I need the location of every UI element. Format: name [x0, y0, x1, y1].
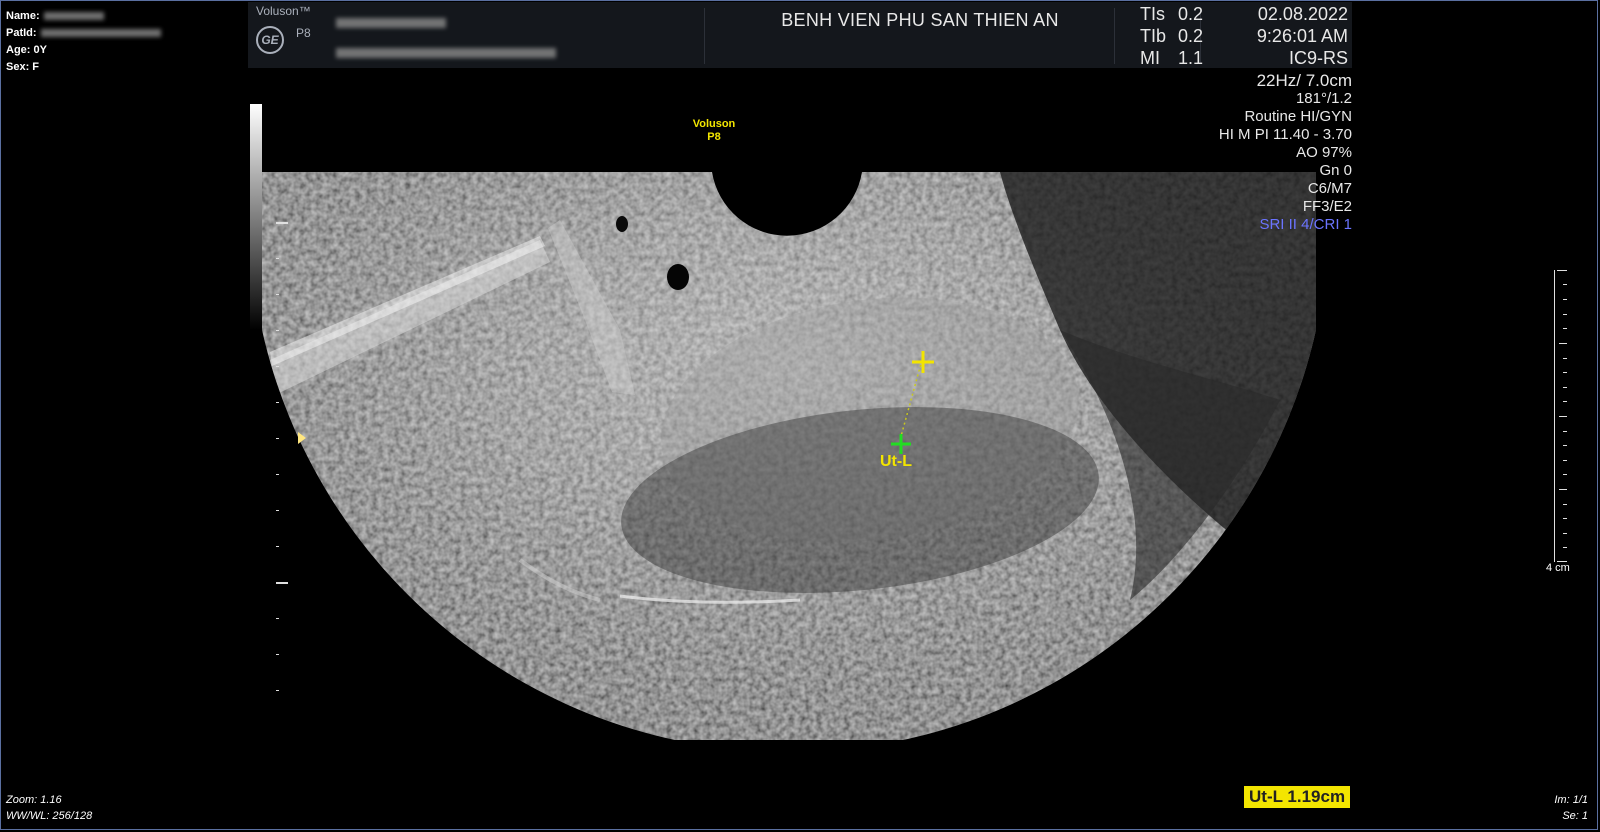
tis-label: TIs	[1140, 4, 1165, 24]
scale-label: 4 cm	[1546, 562, 1570, 574]
tis-value: 0.2	[1178, 4, 1204, 24]
exam-time: 9:26:01 AM	[1256, 26, 1348, 46]
ge-logo-icon: GE	[256, 26, 284, 54]
param-acoustic-output: AO 97%	[1296, 144, 1352, 161]
voluson-watermark: Voluson P8	[692, 118, 736, 143]
focus-marker-icon[interactable]	[298, 432, 306, 444]
patient-name-redacted	[43, 12, 104, 21]
exam-id-redacted	[336, 48, 556, 58]
grayscale-bar	[250, 104, 262, 330]
datetime-block: 02.08.2022 9:26:01 AM IC9-RS	[1226, 3, 1348, 69]
caliper-label: Ut-L	[880, 453, 912, 470]
param-map: C6/M7	[1307, 180, 1352, 197]
device-model: P8	[296, 26, 311, 40]
distance-scale	[1554, 270, 1567, 562]
probe-name: IC9-RS	[1288, 48, 1348, 68]
param-harmonics: HI M PI 11.40 - 3.70	[1218, 126, 1352, 143]
tib-value: 0.2	[1178, 26, 1204, 46]
brand-name: Voluson™	[256, 4, 311, 18]
mi-value: 1.1	[1178, 48, 1204, 68]
header-divider	[704, 8, 705, 64]
patient-info: Name: PatId: Age: 0Y Sex: F	[6, 8, 161, 76]
exam-name-redacted	[336, 18, 446, 28]
param-filter: FF3/E2	[1302, 198, 1352, 215]
zoom-level: Zoom: 1.16	[6, 794, 62, 806]
patient-sex: Sex: F	[6, 61, 40, 73]
depth-scale	[276, 222, 306, 704]
hospital-name: BENH VIEN PHU SAN THIEN AN	[781, 10, 1059, 30]
ultrasound-image[interactable]: Ut-L	[0, 0, 1600, 832]
thermal-indices: TIs 0.2 TIb 0.2 MI 1.1	[1140, 3, 1203, 69]
patient-id-redacted	[40, 29, 161, 38]
tib-label: TIb	[1140, 26, 1167, 46]
viewer-image-info: Im: 1/1 Se: 1	[1554, 792, 1588, 824]
param-sri-cri: SRI II 4/CRI 1	[1259, 216, 1352, 233]
patient-age: Age: 0Y	[6, 44, 47, 56]
patient-name-label: Name:	[6, 10, 40, 22]
depth-major-tick	[276, 222, 288, 224]
param-gain: Gn 0	[1319, 162, 1352, 179]
depth-major-tick	[276, 582, 288, 584]
series-number: Se: 1	[1562, 810, 1588, 822]
acquisition-parameters: 22Hz/ 7.0cm 181°/1.2 Routine HI/GYN HI M…	[1140, 72, 1352, 234]
window-level: WW/WL: 256/128	[6, 810, 93, 822]
param-preset: Routine HI/GYN	[1244, 108, 1352, 125]
patient-id-label: PatId:	[6, 27, 37, 39]
measurement-result[interactable]: Ut-L 1.19cm	[1244, 786, 1351, 808]
viewer-zoom-info: Zoom: 1.16 WW/WL: 256/128	[6, 792, 92, 824]
param-frame-rate-depth: 22Hz/ 7.0cm	[1256, 71, 1352, 90]
param-angle: 181°/1.2	[1295, 90, 1352, 107]
mi-label: MI	[1140, 48, 1160, 68]
exam-date: 02.08.2022	[1257, 4, 1348, 24]
image-number: Im: 1/1	[1554, 794, 1588, 806]
